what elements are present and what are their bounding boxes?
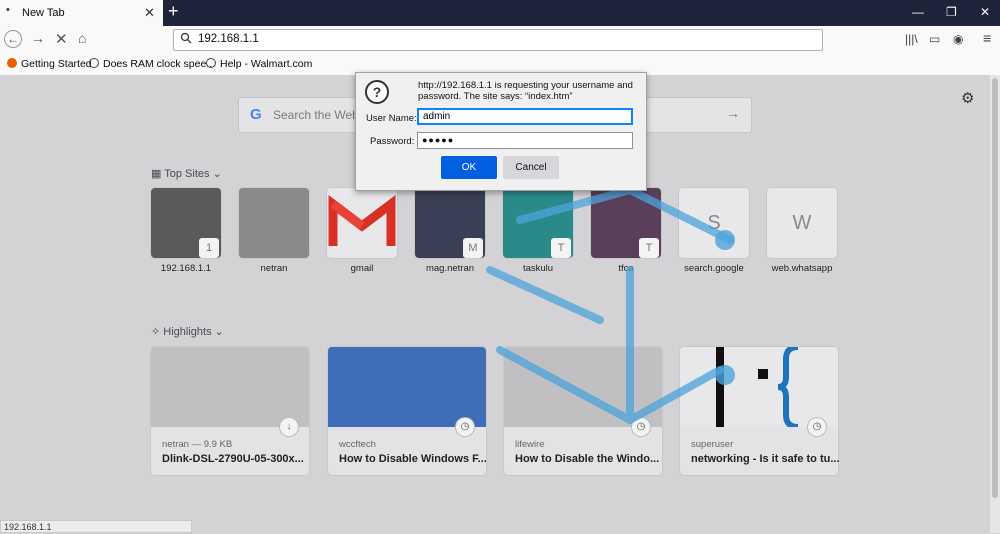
search-placeholder: Search the Web [273,108,359,122]
firefox-icon [7,58,17,68]
restore-icon[interactable]: ❐ [946,5,957,19]
scrollbar-thumb[interactable] [992,78,998,498]
watermark-logo-icon [486,185,735,425]
highlight-title: Dlink-DSL-2790U-05-300x... [162,453,304,465]
back-arrow-icon[interactable]: ← [4,30,22,48]
highlight-source: superuser [691,439,734,450]
sidebar-icon[interactable]: ▭ [929,32,940,46]
status-bar: 192.168.1.1 [0,520,192,533]
url-text[interactable]: 192.168.1.1 [198,33,259,45]
top-sites-heading[interactable]: ▦ Top Sites ⌄ [151,167,222,180]
bookmark-ram-clock[interactable]: Does RAM clock spee... [89,58,215,70]
close-icon[interactable]: ✕ [144,5,155,21]
ok-button[interactable]: OK [441,156,497,179]
home-icon[interactable]: ⌂ [78,30,86,46]
highlight-thumbnail [151,347,309,427]
site-label: web.whatsapp [771,263,833,274]
top-site-tile[interactable] [327,188,397,258]
account-icon[interactable]: ◉ [953,32,963,46]
site-badge: 1 [199,238,219,258]
highlight-source: netran — 9.9 KB [162,439,233,450]
search-icon [180,32,192,44]
clock-icon: ◷ [808,418,826,436]
highlight-title: How to Disable Windows F... [339,453,487,465]
username-label: User Name: [366,113,417,124]
window-close-icon[interactable]: ✕ [980,5,990,19]
url-bar[interactable] [173,29,823,51]
password-label: Password: [370,136,415,147]
dialog-message: http://192.168.1.1 is requesting your us… [418,80,633,102]
username-input[interactable] [417,108,633,125]
site-label: 192.168.1.1 [160,263,212,274]
highlight-thumbnail [328,347,486,427]
password-input[interactable]: ●●●●● [417,132,633,149]
download-icon: ↓ [280,418,298,436]
minimize-icon[interactable]: — [912,5,924,19]
globe-icon [89,58,99,68]
globe-icon [206,58,216,68]
cancel-button[interactable]: Cancel [503,156,559,179]
search-submit-arrow-icon[interactable]: → [726,105,740,121]
bookmark-getting-started[interactable]: Getting Started [7,58,92,70]
highlights-heading[interactable]: ✧ Highlights ⌄ [151,325,224,338]
site-letter: W [792,212,812,234]
sparkle-icon: ✧ [151,326,164,338]
gmail-icon [328,194,396,246]
bookmark-walmart[interactable]: Help - Walmart.com [206,58,312,70]
site-label: netran [260,263,288,274]
tab-title: New Tab [22,7,65,19]
menu-icon[interactable]: ≡ [983,30,991,46]
highlight-source: lifewire [515,439,545,450]
highlight-source: wccftech [339,439,376,450]
site-label: gmail [350,263,374,274]
highlight-title: How to Disable the Windo... [515,453,660,465]
stop-icon[interactable]: ✕ [55,30,68,48]
google-icon: G [250,106,262,123]
gear-icon[interactable]: ⚙ [961,89,974,107]
top-site-tile[interactable] [239,188,309,258]
question-icon: ? [365,80,389,104]
highlight-title: networking - Is it safe to tu... [691,453,840,465]
new-tab-button[interactable]: + [168,1,179,22]
forward-arrow-icon[interactable]: → [31,30,45,46]
grid-icon: ▦ [151,168,165,180]
tab-loading-icon: • [6,4,10,16]
clock-icon: ◷ [456,418,474,436]
library-icon[interactable]: |||\ [905,32,918,46]
